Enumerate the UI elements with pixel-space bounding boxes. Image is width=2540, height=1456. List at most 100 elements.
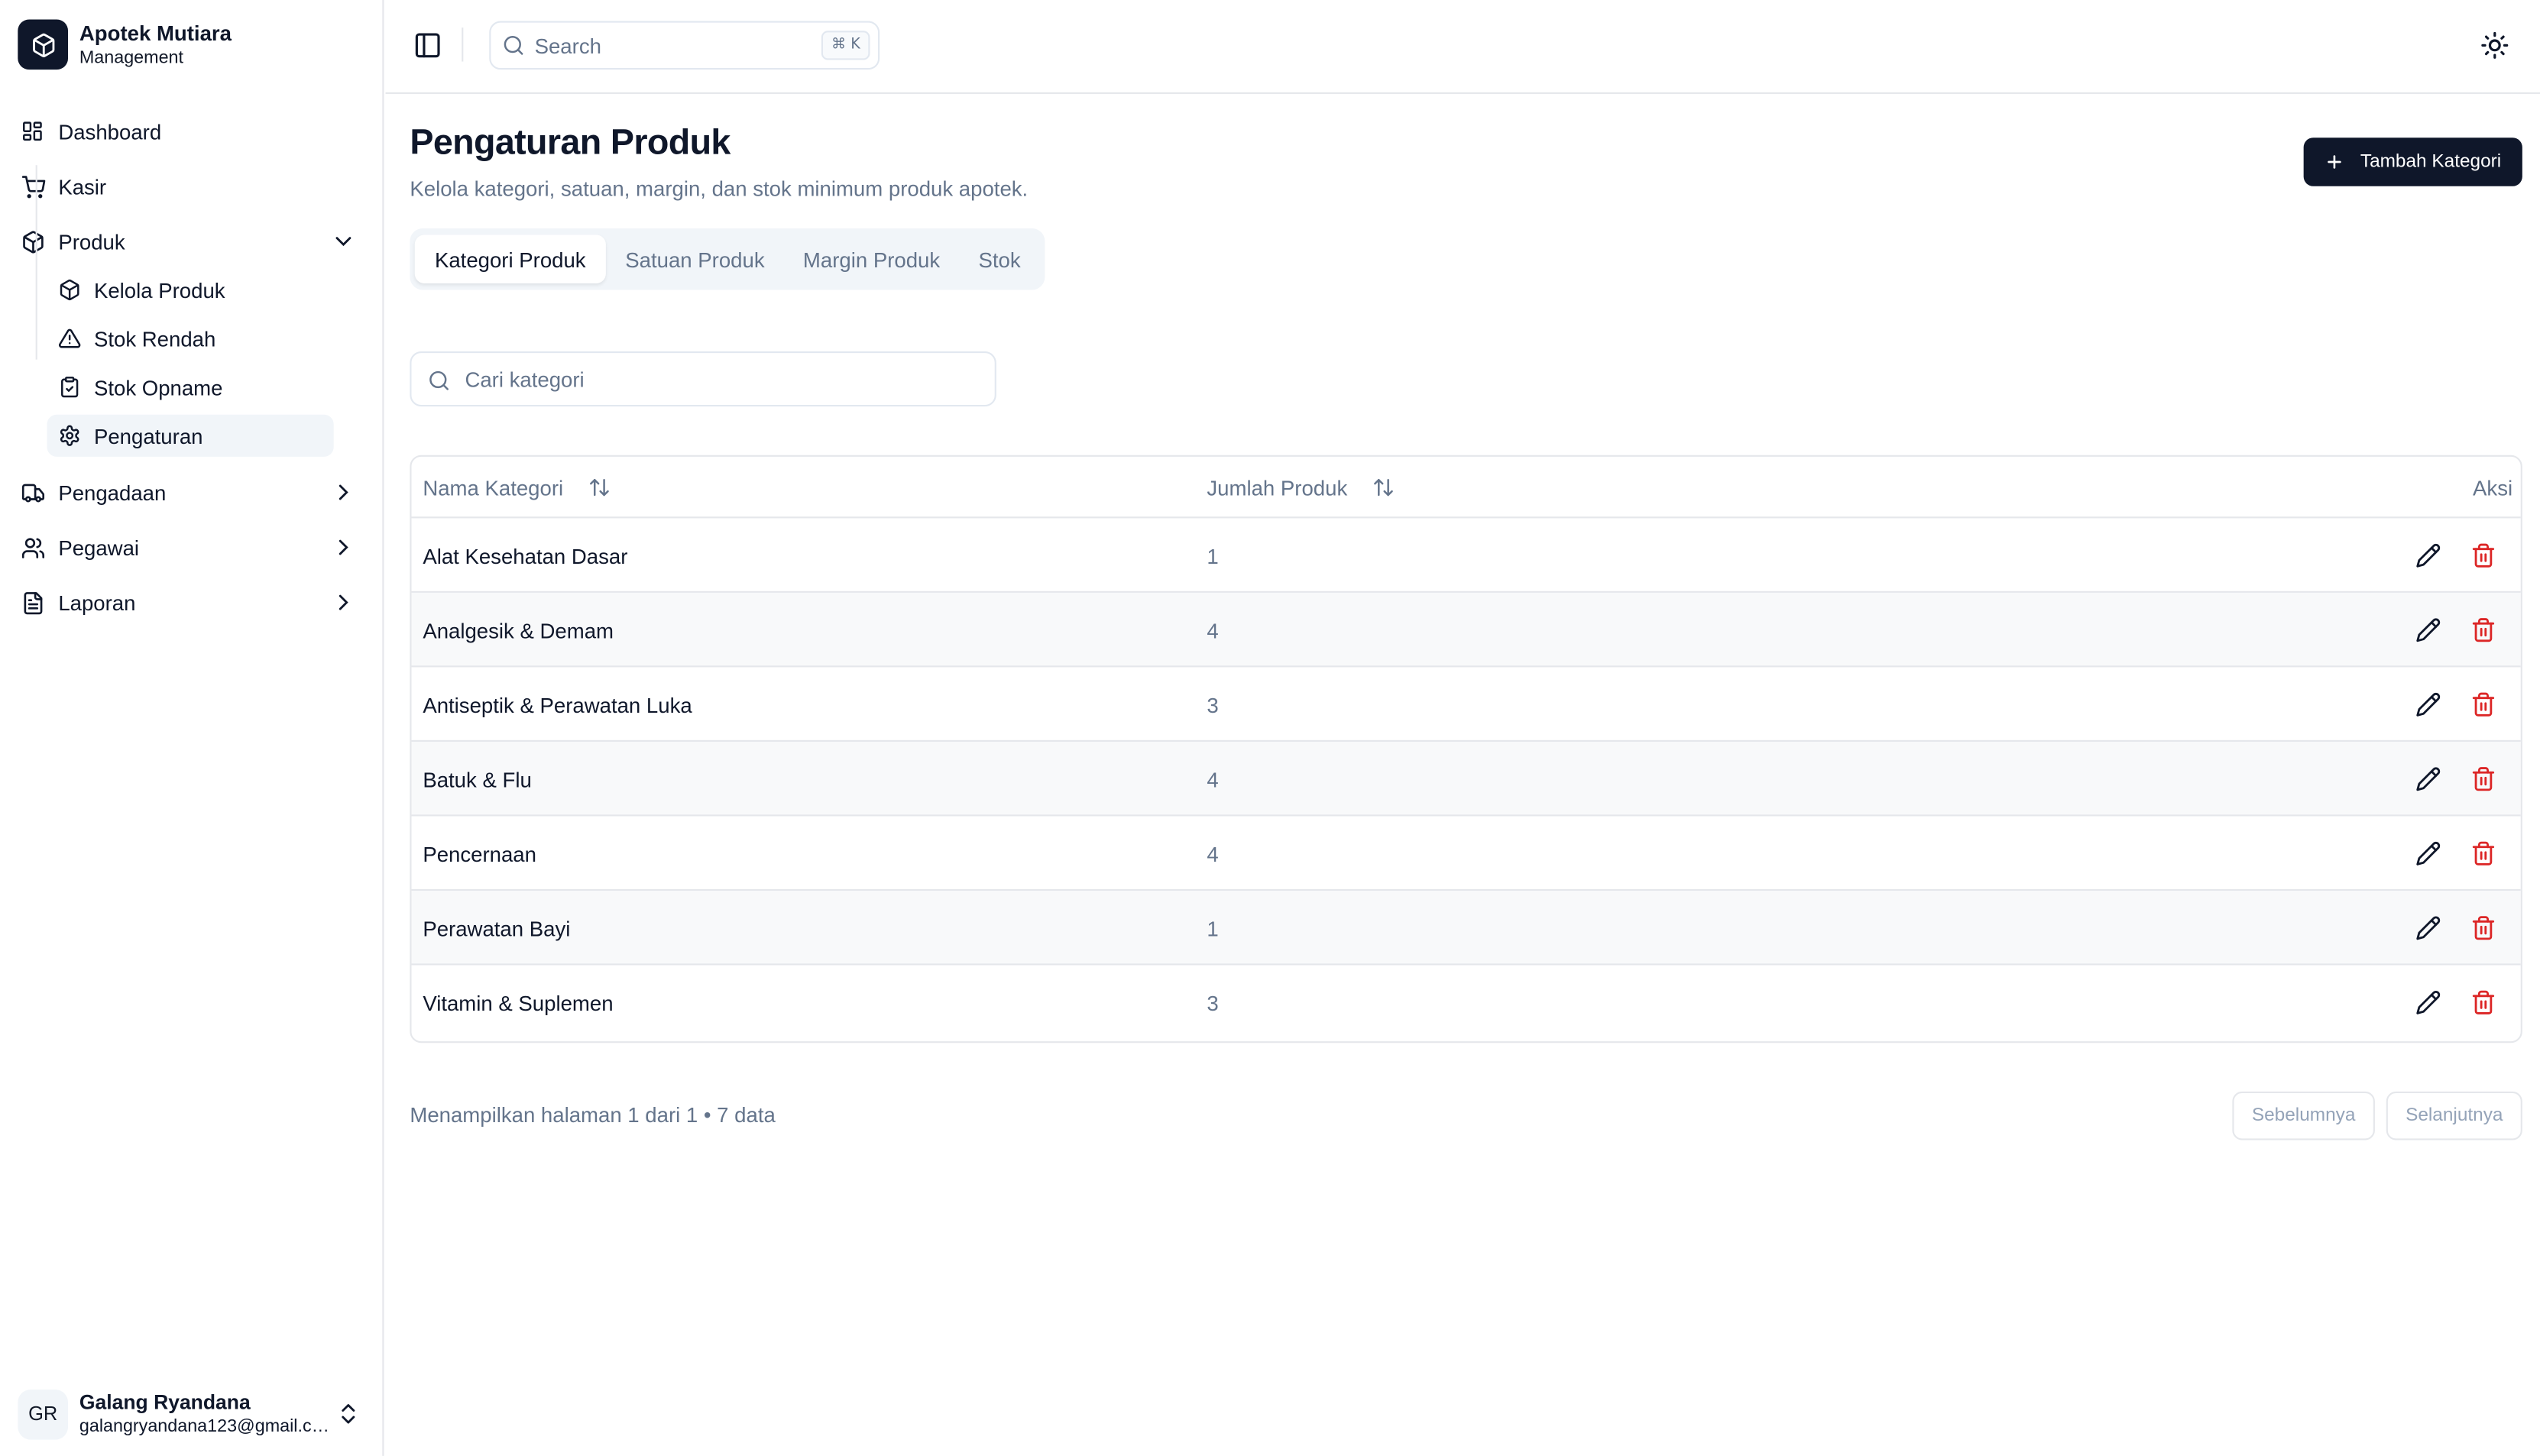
sidebar-item-label: Laporan [58, 590, 136, 615]
column-label: Nama Kategori [423, 475, 564, 500]
alert-triangle-icon [57, 326, 81, 351]
avatar: GR [18, 1388, 69, 1439]
settings-icon [57, 423, 81, 448]
product-count: 3 [1207, 692, 1219, 717]
box-icon [18, 19, 69, 70]
table-row: Vitamin & Suplemen 3 [411, 966, 2520, 1040]
chevron-right-icon [339, 484, 348, 500]
sun-icon[interactable] [2480, 31, 2509, 60]
column-nama-kategori: Nama Kategori [423, 457, 610, 519]
sidebar-subitem-label: Kelola Produk [93, 277, 225, 303]
page-title: Pengaturan Produk [410, 121, 731, 162]
edit-icon[interactable] [2415, 989, 2441, 1015]
category-name: Vitamin & Suplemen [423, 990, 614, 1015]
sidebar-item-label: Pegawai [58, 535, 140, 560]
tab-stok[interactable]: Stok [964, 235, 1035, 283]
sidebar-item-produk[interactable]: Produk [10, 218, 366, 264]
table-row: Analgesik & Demam 4 [411, 592, 2521, 668]
sidebar-item-pengadaan[interactable]: Pengadaan [10, 470, 366, 515]
sort-icon[interactable] [1372, 476, 1395, 499]
search-icon [429, 370, 449, 390]
chevron-down-icon [335, 237, 352, 247]
tab-margin-produk[interactable]: Margin Produk [786, 235, 957, 283]
file-text-icon [19, 590, 45, 616]
sidebar: Apotek Mutiara Management Dashboard Kasi… [0, 0, 384, 1456]
edit-icon[interactable] [2415, 542, 2441, 568]
sidebar-item-laporan[interactable]: Laporan [10, 580, 366, 625]
sidebar-subitem-label: Stok Rendah [93, 326, 216, 351]
tab-kategori-produk[interactable]: Kategori Produk [414, 235, 606, 283]
product-count: 3 [1207, 990, 1219, 1015]
trash-icon[interactable] [2470, 617, 2496, 643]
table-row: Perawatan Bayi 1 [411, 890, 2521, 966]
column-label: Jumlah Produk [1207, 475, 1348, 500]
search-icon [504, 35, 523, 55]
trash-icon[interactable] [2470, 691, 2496, 717]
product-count: 1 [1207, 915, 1219, 940]
pagination-info: Menampilkan halaman 1 dari 1 • 7 data [410, 1102, 776, 1128]
trash-icon[interactable] [2470, 542, 2496, 568]
brand[interactable]: Apotek Mutiara Management [18, 19, 232, 70]
settings-tabs: Kategori Produk Satuan Produk Margin Pro… [410, 228, 1045, 290]
sidebar-toggle-icon[interactable] [413, 31, 442, 60]
user-name: Galang Ryandana [79, 1390, 251, 1413]
product-count: 4 [1207, 766, 1219, 791]
search-shortcut: ⌘ K [821, 31, 870, 60]
table-row: Batuk & Flu 4 [411, 741, 2521, 817]
product-count: 4 [1207, 617, 1219, 642]
sidebar-item-label: Produk [58, 228, 125, 254]
edit-icon[interactable] [2415, 915, 2441, 941]
sidebar-item-label: Pengadaan [58, 480, 167, 505]
sidebar-item-label: Dashboard [58, 118, 162, 144]
shopping-cart-icon [19, 173, 45, 199]
category-table: Nama Kategori Jumlah Produk Aksi Alat Ke… [410, 455, 2522, 1043]
sidebar-subitem-label: Pengaturan [93, 423, 203, 448]
trash-icon[interactable] [2470, 989, 2496, 1015]
brand-name: Apotek Mutiara [79, 20, 232, 45]
sidebar-item-dashboard[interactable]: Dashboard [10, 108, 366, 154]
add-category-button[interactable]: Tambah Kategori [2303, 138, 2522, 186]
trash-icon[interactable] [2470, 840, 2496, 866]
page-subtitle: Kelola kategori, satuan, margin, dan sto… [410, 176, 1029, 201]
table-header: Nama Kategori Jumlah Produk Aksi [411, 457, 2521, 519]
edit-icon[interactable] [2415, 766, 2441, 792]
sidebar-item-pegawai[interactable]: Pegawai [10, 525, 366, 570]
user-menu[interactable]: GR Galang Ryandana galangryandana123@gma… [18, 1386, 366, 1441]
category-name: Perawatan Bayi [423, 915, 571, 940]
column-label: Aksi [2473, 475, 2513, 500]
clipboard-check-icon [57, 375, 81, 400]
sort-icon[interactable] [588, 476, 611, 499]
edit-icon[interactable] [2415, 691, 2441, 717]
table-row: Alat Kesehatan Dasar 1 [411, 518, 2521, 593]
next-page-button[interactable]: Selanjutnya [2386, 1091, 2522, 1141]
sidebar-subitem-stok-rendah[interactable]: Stok Rendah [47, 318, 333, 360]
users-icon [19, 535, 45, 561]
category-search-input[interactable] [465, 353, 983, 405]
table-row: Pencernaan 4 [411, 816, 2521, 891]
search-label: Search [534, 33, 601, 58]
chevrons-up-down-icon [342, 1404, 355, 1424]
product-count: 1 [1207, 543, 1219, 568]
sidebar-subitem-label: Stok Opname [93, 374, 223, 400]
previous-page-button[interactable]: Sebelumnya [2232, 1091, 2375, 1141]
category-name: Pencernaan [423, 841, 536, 866]
table-row: Antiseptik & Perawatan Luka 3 [411, 667, 2521, 742]
category-name: Analgesik & Demam [423, 617, 614, 642]
sidebar-subitem-pengaturan[interactable]: Pengaturan [47, 414, 334, 457]
sidebar-subitem-stok-opname[interactable]: Stok Opname [47, 366, 333, 408]
sidebar-item-kasir[interactable]: Kasir [10, 163, 366, 209]
edit-icon[interactable] [2415, 617, 2441, 643]
trash-icon[interactable] [2470, 766, 2496, 792]
category-search [410, 351, 996, 407]
chevron-right-icon [339, 539, 348, 555]
global-search[interactable]: Search ⌘ K [489, 21, 880, 70]
sidebar-subitem-kelola-produk[interactable]: Kelola Produk [47, 269, 333, 311]
category-name: Antiseptik & Perawatan Luka [423, 692, 692, 717]
category-name: Batuk & Flu [423, 766, 532, 791]
brand-subtitle: Management [79, 47, 184, 67]
edit-icon[interactable] [2415, 840, 2441, 866]
tab-satuan-produk[interactable]: Satuan Produk [611, 235, 779, 283]
top-header: Search ⌘ K [385, 0, 2540, 94]
trash-icon[interactable] [2470, 915, 2496, 941]
sidebar-item-label: Kasir [58, 173, 107, 199]
